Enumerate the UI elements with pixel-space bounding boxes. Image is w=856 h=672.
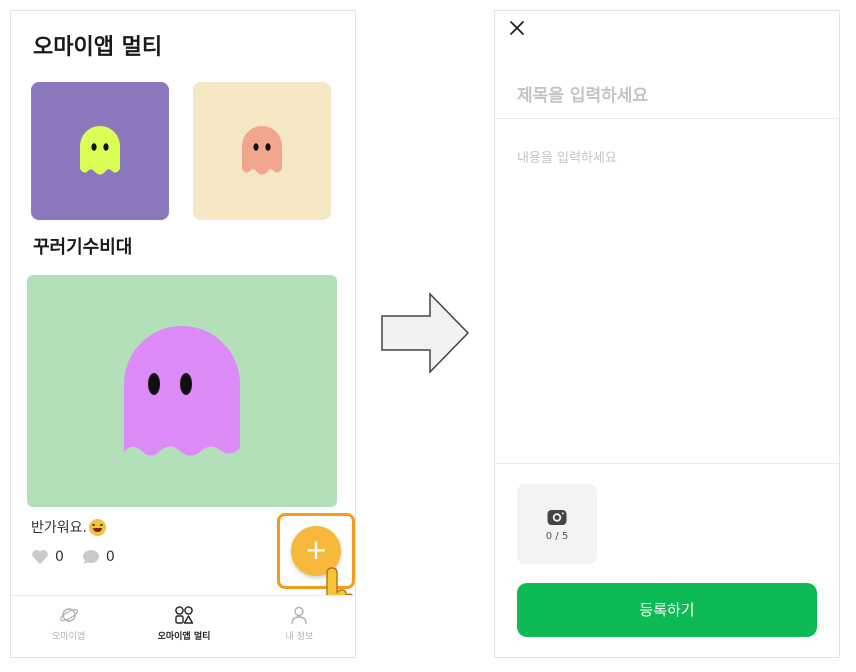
photo-count: 0 / 5	[545, 530, 569, 542]
shapes-icon	[175, 606, 194, 624]
ghost-icon	[242, 126, 282, 175]
like-count: 0	[55, 549, 64, 565]
nav-label: 내 정보	[285, 632, 314, 642]
comment-icon	[82, 550, 99, 564]
submit-button[interactable]: 등록하기	[517, 583, 817, 637]
camera-icon	[547, 509, 567, 525]
planet-icon	[59, 608, 78, 622]
person-icon	[291, 606, 308, 625]
title-input[interactable]	[495, 73, 839, 119]
content-input[interactable]	[495, 147, 839, 463]
nav-item-my-info[interactable]: 내 정보	[242, 596, 355, 657]
heart-icon	[32, 550, 48, 564]
comment-count: 0	[105, 549, 115, 565]
close-button[interactable]	[505, 17, 529, 41]
nav-label: 오마이앱	[52, 632, 86, 642]
page-title: 오마이앱 멀티	[33, 35, 163, 60]
post-caption-text: 반가워요.	[31, 520, 87, 536]
add-photo-button[interactable]: 0 / 5	[517, 484, 597, 564]
write-post-screen: 0 / 5 등록하기	[494, 10, 840, 658]
like-stat[interactable]: 0	[31, 549, 64, 565]
section-title: 꾸러기수비대	[33, 237, 133, 258]
post-stats: 0 0	[31, 549, 127, 565]
flow-arrow-icon	[381, 292, 470, 374]
divider	[495, 463, 839, 464]
ghost-icon	[124, 326, 240, 456]
grinning-face-icon	[88, 518, 106, 536]
post-caption: 반가워요.	[31, 517, 106, 537]
group-thumbnail-1[interactable]	[31, 82, 169, 220]
group-thumbnail-2[interactable]	[193, 82, 331, 220]
close-icon	[510, 21, 524, 35]
nav-item-omyapp[interactable]: 오마이앱	[11, 596, 126, 657]
comment-stat[interactable]: 0	[82, 549, 115, 565]
post-image[interactable]	[27, 275, 337, 507]
nav-item-omyapp-multi[interactable]: 오마이앱 멀티	[126, 596, 241, 657]
ghost-icon	[80, 126, 120, 175]
bottom-navigation: 오마이앱 오마이앱 멀티 내 정보	[11, 595, 355, 657]
nav-label: 오마이앱 멀티	[157, 632, 211, 642]
community-list-screen: 오마이앱 멀티 꾸러기수비대 반가워요. 0 0 + 오마이앱 오마이앱 멀티 …	[10, 10, 356, 658]
